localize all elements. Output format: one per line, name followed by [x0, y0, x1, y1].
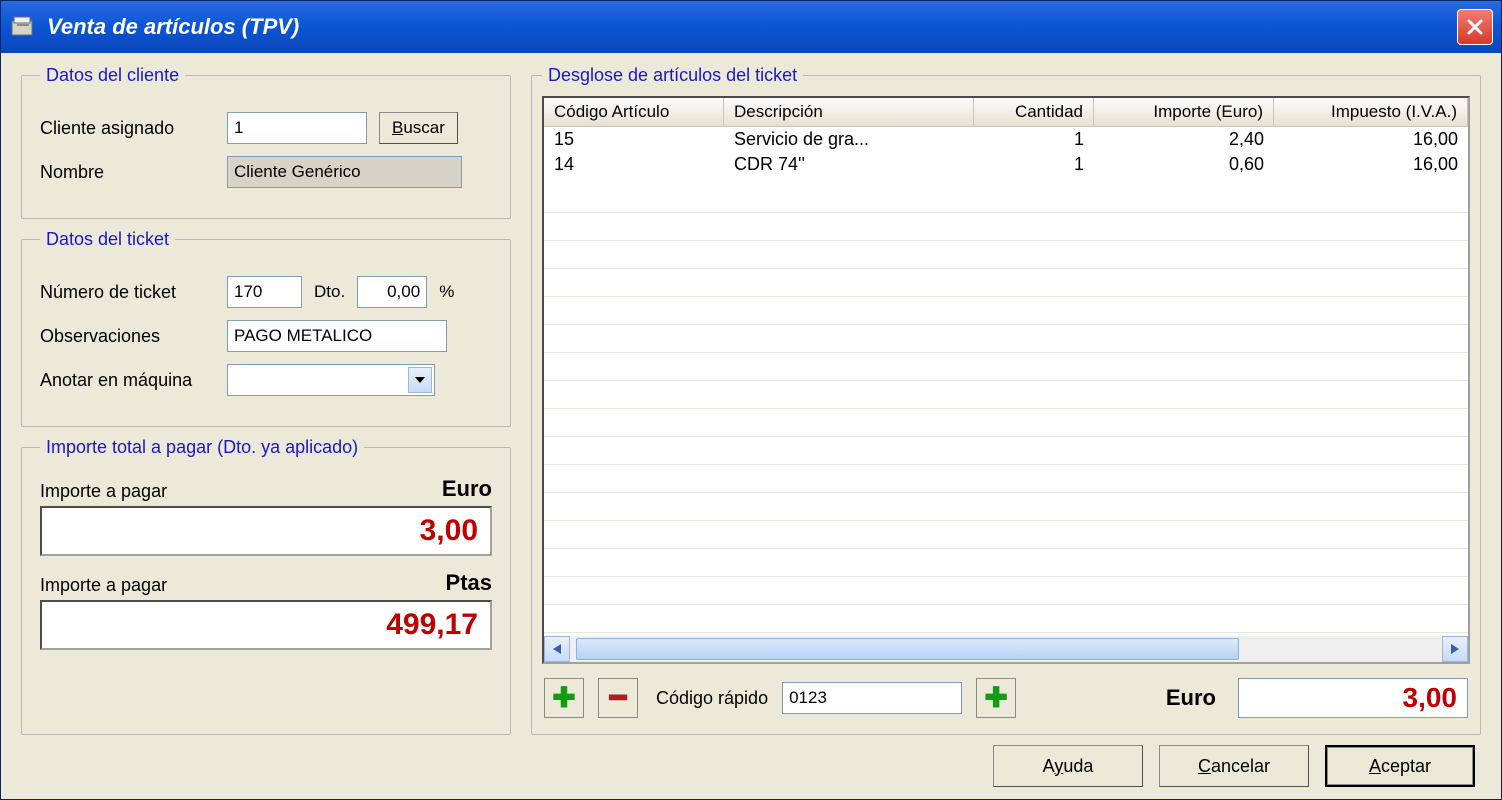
- table-row[interactable]: 14 CDR 74'' 1 0,60 16,00: [544, 152, 1468, 177]
- machine-label: Anotar en máquina: [40, 370, 215, 391]
- pay-euro-label: Importe a pagar: [40, 481, 167, 502]
- scroll-left-icon[interactable]: [544, 636, 570, 662]
- ticket-group: Datos del ticket Número de ticket Dto. %…: [21, 229, 511, 427]
- quick-code-input[interactable]: [782, 682, 962, 714]
- total-ptas-box: 499,17: [40, 600, 492, 650]
- obs-label: Observaciones: [40, 326, 215, 347]
- table-row[interactable]: 15 Servicio de gra... 1 2,40 16,00: [544, 127, 1468, 152]
- remove-item-button[interactable]: ━: [598, 678, 638, 718]
- totals-legend: Importe total a pagar (Dto. ya aplicado): [40, 437, 364, 458]
- scroll-right-icon[interactable]: [1442, 636, 1468, 662]
- euro-unit: Euro: [442, 476, 492, 502]
- chevron-down-icon[interactable]: [408, 367, 432, 393]
- quick-euro-label: Euro: [1166, 685, 1216, 711]
- app-icon: [9, 13, 37, 41]
- ticket-legend: Datos del ticket: [40, 229, 175, 250]
- breakdown-legend: Desglose de artículos del ticket: [542, 65, 803, 86]
- app-window: Venta de artículos (TPV) Datos del clien…: [0, 0, 1502, 800]
- close-button[interactable]: [1457, 9, 1493, 45]
- dto-input[interactable]: [357, 276, 427, 308]
- plus-icon: ✚: [984, 684, 1007, 712]
- horizontal-scrollbar[interactable]: [544, 636, 1468, 662]
- cancel-button[interactable]: Cancelar: [1159, 745, 1309, 787]
- ticket-number-label: Número de ticket: [40, 282, 215, 303]
- minus-icon: ━: [610, 684, 627, 712]
- table-header: Código Artículo Descripción Cantidad Imp…: [544, 98, 1468, 127]
- add-item-button[interactable]: ✚: [544, 678, 584, 718]
- pay-ptas-label: Importe a pagar: [40, 575, 167, 596]
- search-button[interactable]: Buscar: [379, 112, 458, 144]
- client-name-label: Nombre: [40, 162, 215, 183]
- obs-input[interactable]: [227, 320, 447, 352]
- client-assigned-input[interactable]: [227, 112, 367, 144]
- col-amount[interactable]: Importe (Euro): [1094, 98, 1274, 126]
- client-legend: Datos del cliente: [40, 65, 185, 86]
- titlebar: Venta de artículos (TPV): [1, 1, 1501, 53]
- dto-label: Dto.: [314, 282, 345, 302]
- footer-buttons: Ayuda Cancelar Aceptar: [21, 735, 1481, 791]
- machine-combo[interactable]: [227, 364, 435, 396]
- client-name-field: Cliente Genérico: [227, 156, 462, 188]
- scroll-track[interactable]: [570, 636, 1442, 662]
- ptas-unit: Ptas: [446, 570, 492, 596]
- window-title: Venta de artículos (TPV): [47, 14, 299, 40]
- col-desc[interactable]: Descripción: [724, 98, 974, 126]
- breakdown-group: Desglose de artículos del ticket Código …: [531, 65, 1481, 735]
- accept-button[interactable]: Aceptar: [1325, 745, 1475, 787]
- total-euro-box: 3,00: [40, 506, 492, 556]
- col-code[interactable]: Código Artículo: [544, 98, 724, 126]
- client-assigned-label: Cliente asignado: [40, 118, 215, 139]
- scroll-thumb[interactable]: [576, 638, 1239, 660]
- articles-table: Código Artículo Descripción Cantidad Imp…: [542, 96, 1470, 664]
- search-button-rest: uscar: [403, 118, 445, 137]
- quick-add-button[interactable]: ✚: [976, 678, 1016, 718]
- col-qty[interactable]: Cantidad: [974, 98, 1094, 126]
- quick-code-label: Código rápido: [656, 688, 768, 709]
- ticket-number-input[interactable]: [227, 276, 302, 308]
- dto-unit: %: [439, 282, 454, 302]
- table-body[interactable]: 15 Servicio de gra... 1 2,40 16,00 14 CD…: [544, 127, 1468, 636]
- quick-euro-box: 3,00: [1238, 678, 1468, 718]
- col-tax[interactable]: Impuesto (I.V.A.): [1274, 98, 1468, 126]
- client-group: Datos del cliente Cliente asignado Busca…: [21, 65, 511, 219]
- plus-icon: ✚: [552, 684, 575, 712]
- totals-group: Importe total a pagar (Dto. ya aplicado)…: [21, 437, 511, 735]
- help-button[interactable]: Ayuda: [993, 745, 1143, 787]
